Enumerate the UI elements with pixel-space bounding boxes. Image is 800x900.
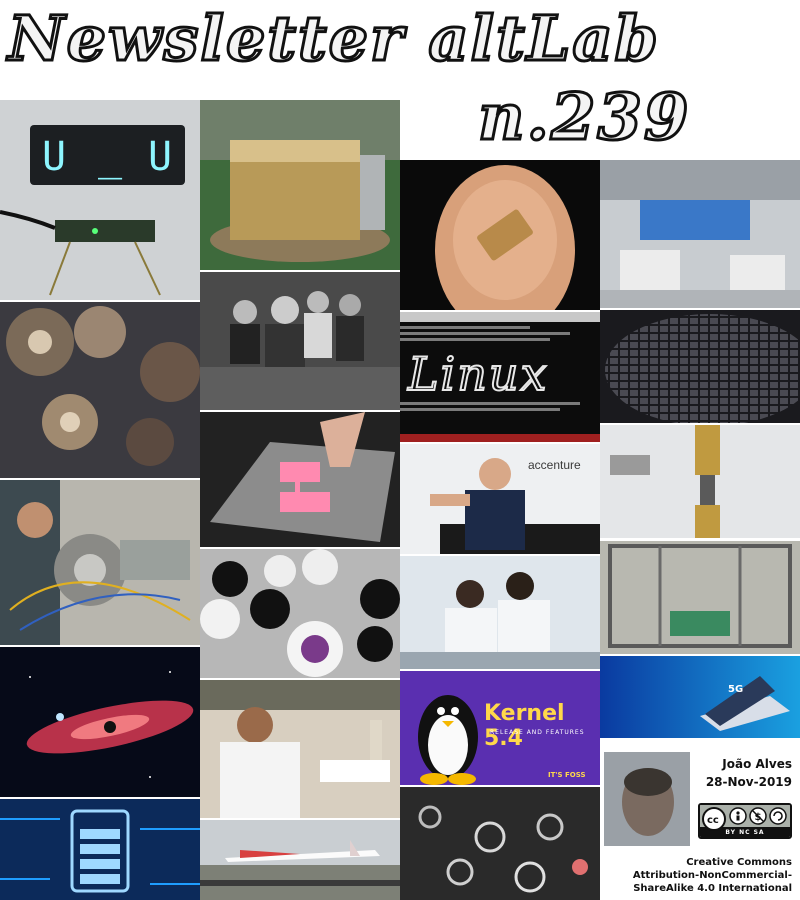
photo-fractal-render — [0, 302, 200, 478]
photo-two-researchers — [400, 556, 600, 669]
terminal-ascii-art: Linux — [407, 346, 549, 402]
license-line-3: ShareAlike 4.0 International — [633, 883, 792, 894]
photo-silicon-wafer — [600, 310, 800, 423]
kernel-5-4-banner: Kernel 5.4 RELEASE AND FEATURES IT'S FOS… — [400, 671, 600, 785]
kernel-brand: IT'S FOSS — [548, 771, 586, 779]
terminal-screenshot: Linux — [400, 312, 600, 442]
license-text: Creative Commons Attribution-NonCommerci… — [604, 856, 792, 895]
license-line-1: Creative Commons — [686, 857, 792, 868]
accenture-logo: accenture — [528, 458, 581, 472]
photo-speaker-accenture: accenture — [400, 444, 600, 554]
author-name: João Alves — [722, 757, 792, 771]
svg-text:U: U — [148, 134, 172, 180]
kernel-title: Kernel 5.4 — [484, 701, 565, 751]
svg-text:U: U — [42, 134, 66, 180]
kernel-subtitle: RELEASE AND FEATURES — [490, 729, 585, 736]
photo-fingertip-chip — [400, 160, 600, 310]
photo-tensile-test — [600, 425, 800, 538]
photo-lab-engine — [0, 480, 200, 645]
photo-touch-display — [200, 412, 400, 547]
photo-autonomous-vehicles — [600, 160, 800, 308]
photo-test-chamber — [600, 541, 800, 654]
photo-spheres — [200, 549, 400, 678]
photo-galaxy — [0, 647, 200, 797]
photo-micro-robots — [400, 787, 600, 900]
cc-license-badge: cc $ BY NC SA — [698, 803, 792, 839]
newsletter-title: Newsletter altLab — [7, 1, 660, 77]
fiveg-label: 5G — [728, 684, 744, 695]
license-line-2: Attribution-NonCommercial- — [632, 870, 792, 881]
photo-research-team — [200, 272, 400, 410]
publish-date: 28-Nov-2019 — [705, 775, 792, 789]
photo-satellite-module — [200, 100, 400, 270]
photo-battery-circuit — [0, 799, 200, 900]
photo-lab-scientist — [200, 680, 400, 818]
issue-number: n.239 — [476, 79, 691, 157]
photo-5g-laptop: 5G — [600, 656, 800, 738]
photo-glider-plane — [200, 820, 400, 900]
svg-text:cc: cc — [707, 815, 719, 826]
svg-text:_: _ — [98, 134, 123, 180]
author-block: João Alves 28-Nov-2019 — [700, 755, 792, 791]
photo-vfd-display-robot: U _ U — [0, 100, 200, 300]
cc-badge-labels: BY NC SA — [725, 829, 765, 836]
author-photo — [604, 752, 690, 846]
